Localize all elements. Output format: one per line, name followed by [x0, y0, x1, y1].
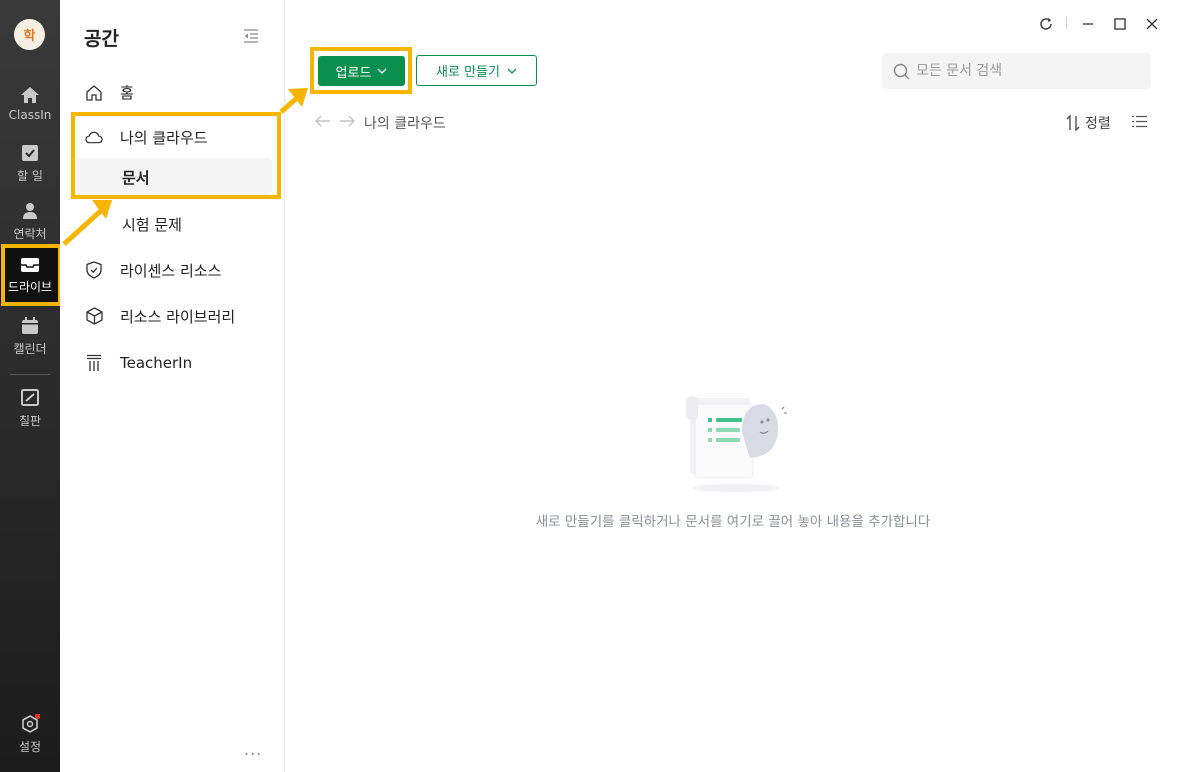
sidebar-item-license-resources[interactable]: 라이센스 리소스 [76, 251, 272, 289]
cloud-icon [85, 128, 103, 146]
breadcrumb: 나의 클라우드 [364, 116, 446, 132]
empty-state-message: 새로 만들기를 클릭하거나 문서를 여기로 끌어 놓아 내용을 추가합니다 [535, 514, 931, 530]
sidebar-item-resource-library[interactable]: 리소스 라이브러리 [76, 297, 272, 335]
cube-icon [85, 307, 103, 325]
maximize-icon[interactable] [1112, 14, 1128, 34]
sort-icon [1066, 115, 1080, 131]
rail-item-classin[interactable]: ClassIn [0, 86, 60, 122]
rail-label-todo: 할 일 [17, 169, 43, 183]
sidebar-item-label: 홈 [120, 83, 134, 102]
list-view-icon[interactable] [1132, 115, 1147, 128]
rail-divider [10, 374, 50, 375]
search-icon [893, 63, 910, 79]
home-icon [21, 87, 39, 103]
rail-item-blackboard[interactable]: 칠판 [0, 388, 60, 429]
left-rail: 학 ClassIn 할 일 연락처 드라이브 캘린더 칠판 설정 [0, 0, 62, 772]
back-arrow-icon[interactable] [314, 114, 331, 128]
rail-item-calendar[interactable]: 캘린더 [0, 316, 60, 357]
teacherin-icon [85, 354, 103, 372]
avatar[interactable]: 학 [14, 19, 45, 50]
blackboard-icon [21, 389, 39, 406]
sidebar-item-label: TeacherIn [120, 354, 193, 372]
sort-label: 정렬 [1085, 116, 1111, 132]
sidebar-item-home[interactable]: 홈 [76, 73, 272, 111]
rail-item-contacts[interactable]: 연락처 [0, 201, 60, 242]
arrow-to-upload [279, 88, 308, 114]
calendar-icon [22, 317, 38, 334]
rail-item-settings[interactable]: 설정 [0, 714, 60, 755]
drive-app-window: 학 ClassIn 할 일 연락처 드라이브 캘린더 칠판 설정 공간 홈 나의… [0, 0, 1181, 772]
sidebar-item-exam-questions[interactable]: 시험 문제 [76, 205, 272, 243]
create-new-button[interactable]: 새로 만들기 [416, 55, 537, 86]
rail-label-settings: 설정 [18, 740, 42, 754]
sidebar-item-label: 라이센스 리소스 [120, 261, 222, 280]
sidebar-item-label: 문서 [122, 168, 150, 187]
rail-item-drive[interactable]: 드라이브 [0, 248, 60, 302]
sidebar-item-label: 나의 클라우드 [120, 128, 208, 147]
chevron-down-icon [507, 68, 517, 74]
refresh-icon[interactable] [1038, 14, 1054, 34]
rail-label-classin: ClassIn [8, 108, 52, 122]
sidebar-item-label: 시험 문제 [122, 215, 182, 234]
sidebar-item-teacherin[interactable]: TeacherIn [76, 344, 272, 382]
sidebar-title: 공간 [84, 28, 119, 50]
sidebar-item-my-cloud[interactable]: 나의 클라우드 [76, 118, 272, 156]
upload-button-label: 업로드 [335, 65, 372, 81]
sidebar-item-documents[interactable]: 문서 [76, 158, 272, 196]
search-box[interactable] [882, 53, 1151, 89]
create-new-button-label: 새로 만들기 [436, 65, 500, 80]
sort-button[interactable]: 정렬 [1066, 113, 1111, 133]
chevron-down-icon [377, 68, 387, 74]
titlebar-divider [1066, 17, 1067, 29]
home-outline-icon [85, 83, 103, 101]
rail-label-calendar: 캘린더 [13, 342, 47, 356]
settings-hexagon-icon [22, 714, 40, 733]
close-icon[interactable] [1144, 14, 1160, 34]
empty-folder-illustration [686, 396, 787, 492]
more-options-button[interactable]: ... [244, 740, 262, 759]
forward-arrow-icon[interactable] [339, 114, 356, 128]
upload-button[interactable]: 업로드 [318, 56, 405, 86]
minimize-icon[interactable] [1080, 14, 1096, 34]
checklist-icon [22, 145, 38, 161]
rail-item-todo[interactable]: 할 일 [0, 143, 60, 184]
person-icon [23, 203, 37, 219]
collapse-sidebar-icon[interactable] [243, 29, 259, 43]
drive-tray-icon [21, 258, 39, 272]
rail-label-contacts: 연락처 [13, 227, 47, 241]
rail-label-drive: 드라이브 [7, 280, 53, 294]
space-sidebar: 공간 홈 나의 클라우드 문서 시험 문제 라이센스 리소스 리소스 라이브러리… [60, 0, 285, 772]
search-input[interactable] [916, 63, 1136, 79]
rail-label-blackboard: 칠판 [18, 414, 42, 428]
shield-check-icon [85, 261, 103, 279]
sidebar-item-label: 리소스 라이브러리 [120, 307, 236, 326]
